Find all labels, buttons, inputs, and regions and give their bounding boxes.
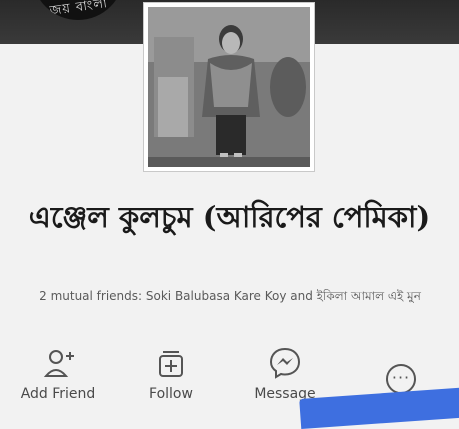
profile-photo-illustration xyxy=(148,7,310,167)
cover-badge-text: জয় বাংলা xyxy=(48,0,109,20)
more-options-button[interactable]: ··· xyxy=(386,364,416,394)
add-friend-icon xyxy=(43,350,74,377)
follow-button[interactable]: Follow xyxy=(121,342,221,408)
add-friend-label: Add Friend xyxy=(20,386,96,402)
follow-icon xyxy=(159,351,183,377)
profile-photo xyxy=(148,7,310,167)
mutual-friends-text[interactable]: 2 mutual friends: Soki Balubasa Kare Koy… xyxy=(20,286,440,307)
profile-name: এঞ্জেল কুলচুম (আরিপের পেমিকা) xyxy=(28,200,431,234)
follow-label: Follow xyxy=(149,386,193,402)
cover-badge: জয় বাংলা xyxy=(32,0,124,20)
profile-picture[interactable] xyxy=(143,2,315,172)
messenger-icon xyxy=(269,347,301,379)
more-options-icon: ··· xyxy=(391,368,411,387)
add-friend-button[interactable]: Add Friend xyxy=(8,342,108,408)
